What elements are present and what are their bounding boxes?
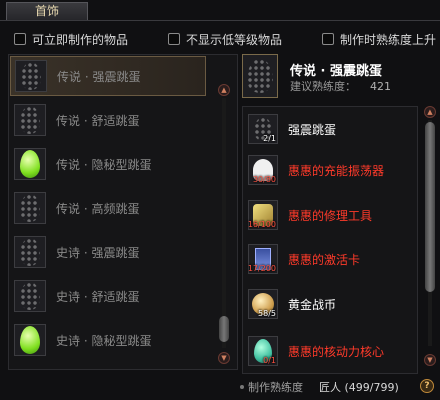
material-icon: 2/1 bbox=[248, 114, 278, 144]
recipe-icon bbox=[14, 148, 46, 180]
material-item[interactable]: 0/1 惠惠的核动力核心 bbox=[248, 334, 416, 368]
filter-proficiency-up[interactable]: 制作时熟练度上升 bbox=[322, 30, 436, 48]
recipe-label: 传说 · 舒适跳蛋 bbox=[56, 113, 140, 128]
scroll-track[interactable] bbox=[222, 98, 226, 348]
material-name: 黄金战币 bbox=[288, 297, 337, 312]
material-item[interactable]: 58/5 黄金战币 bbox=[248, 287, 416, 321]
recipe-list-scrollbar[interactable]: ▲ ▼ bbox=[218, 84, 230, 368]
bullet-icon bbox=[240, 385, 244, 389]
egg-icon bbox=[20, 238, 40, 266]
material-count: 2/1 bbox=[263, 134, 276, 143]
material-item[interactable]: 16/100 惠惠的修理工具 bbox=[248, 198, 416, 232]
recipe-label: 史诗 · 舒适跳蛋 bbox=[56, 289, 140, 304]
proficiency-rank: 匠人 (499/799) bbox=[319, 381, 399, 394]
recipe-icon bbox=[14, 280, 46, 312]
checkbox[interactable] bbox=[168, 33, 180, 45]
recipe-label: 史诗 · 隐秘型跳蛋 bbox=[56, 333, 152, 348]
result-item-title: 传说 · 强震跳蛋 bbox=[290, 64, 382, 79]
recipe-icon bbox=[14, 104, 46, 136]
recipe-item[interactable]: 史诗 · 强震跳蛋 bbox=[10, 232, 206, 272]
recipe-icon bbox=[14, 192, 46, 224]
checkbox[interactable] bbox=[322, 33, 334, 45]
recipe-label: 传说 · 隐秘型跳蛋 bbox=[56, 157, 152, 172]
recipe-label: 传说 · 强震跳蛋 bbox=[57, 69, 141, 84]
proficiency-value: 421 bbox=[370, 80, 391, 93]
egg-icon bbox=[20, 106, 40, 134]
egg-icon bbox=[21, 62, 41, 90]
material-name: 惠惠的激活卡 bbox=[288, 252, 361, 267]
recipe-icon bbox=[14, 324, 46, 356]
recommended-proficiency: 建议熟练度： 421 bbox=[290, 78, 391, 94]
material-icon: 16/100 bbox=[248, 200, 278, 230]
checkbox[interactable] bbox=[14, 33, 26, 45]
recipe-label: 史诗 · 强震跳蛋 bbox=[56, 245, 140, 260]
recipe-item[interactable]: 史诗 · 隐秘型跳蛋 bbox=[10, 320, 206, 360]
egg-icon bbox=[20, 282, 40, 310]
material-count: 58/5 bbox=[258, 309, 276, 318]
recipe-detail-header: 传说 · 强震跳蛋 建议熟练度： 421 bbox=[242, 54, 440, 100]
filter-label: 可立即制作的物品 bbox=[32, 32, 129, 47]
tab-accessories[interactable]: 首饰 bbox=[6, 2, 88, 20]
recipe-label: 传说 · 高频跳蛋 bbox=[56, 201, 140, 216]
material-count: 16/100 bbox=[247, 220, 276, 229]
recipe-item[interactable]: 传说 · 强震跳蛋 bbox=[10, 56, 206, 96]
material-icon: 17/200 bbox=[248, 244, 278, 274]
help-icon[interactable]: ? bbox=[420, 379, 434, 393]
egg-icon bbox=[247, 59, 273, 93]
egg-icon bbox=[20, 326, 40, 354]
material-icon: 58/5 bbox=[248, 289, 278, 319]
material-count: 30/80 bbox=[252, 175, 276, 184]
filter-label: 不显示低等级物品 bbox=[186, 32, 283, 47]
scroll-down-icon[interactable]: ▼ bbox=[218, 352, 230, 364]
material-item[interactable]: 17/200 惠惠的激活卡 bbox=[248, 242, 416, 276]
proficiency-label: 建议熟练度： bbox=[290, 80, 356, 93]
filter-craftable[interactable]: 可立即制作的物品 bbox=[14, 30, 128, 48]
recipe-icon bbox=[14, 236, 46, 268]
filter-label: 制作时熟练度上升 bbox=[340, 32, 437, 47]
proficiency-label: 制作熟练度 bbox=[248, 381, 303, 394]
material-item[interactable]: 2/1 强震跳蛋 bbox=[248, 112, 416, 146]
material-count: 17/200 bbox=[247, 264, 276, 273]
scroll-thumb[interactable] bbox=[425, 122, 435, 292]
materials-scrollbar[interactable]: ▲ ▼ bbox=[424, 106, 436, 370]
recipe-item[interactable]: 传说 · 隐秘型跳蛋 bbox=[10, 144, 206, 184]
scroll-up-icon[interactable]: ▲ bbox=[218, 84, 230, 96]
tab-divider bbox=[0, 20, 440, 21]
material-name: 强震跳蛋 bbox=[288, 122, 337, 137]
material-name: 惠惠的修理工具 bbox=[288, 208, 373, 223]
material-icon: 30/80 bbox=[248, 155, 278, 185]
egg-icon bbox=[20, 194, 40, 222]
material-name: 惠惠的充能振荡器 bbox=[288, 163, 385, 178]
scroll-up-icon[interactable]: ▲ bbox=[424, 106, 436, 118]
crafting-proficiency-bar: 制作熟练度 匠人 (499/799) ? bbox=[240, 378, 440, 396]
egg-icon bbox=[20, 150, 40, 178]
recipe-item[interactable]: 史诗 · 舒适跳蛋 bbox=[10, 276, 206, 316]
recipe-item[interactable]: 传说 · 高频跳蛋 bbox=[10, 188, 206, 228]
material-icon: 0/1 bbox=[248, 336, 278, 366]
recipe-item[interactable]: 传说 · 舒适跳蛋 bbox=[10, 100, 206, 140]
filter-hide-low-level[interactable]: 不显示低等级物品 bbox=[168, 30, 282, 48]
material-name: 惠惠的核动力核心 bbox=[288, 344, 385, 359]
scroll-down-icon[interactable]: ▼ bbox=[424, 354, 436, 366]
result-item-icon bbox=[242, 54, 278, 98]
scroll-thumb[interactable] bbox=[219, 316, 229, 342]
material-item[interactable]: 30/80 惠惠的充能振荡器 bbox=[248, 153, 416, 187]
recipe-icon bbox=[15, 60, 47, 92]
material-count: 0/1 bbox=[263, 356, 276, 365]
